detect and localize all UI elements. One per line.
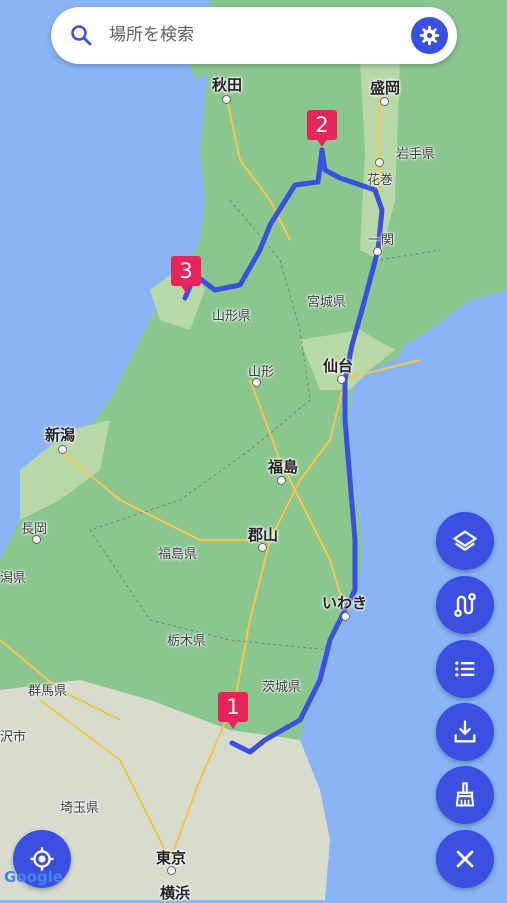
city-dot: [337, 375, 346, 384]
layers-button[interactable]: [436, 512, 494, 570]
marker-number: 3: [179, 259, 193, 283]
close-button[interactable]: [436, 830, 494, 888]
city-label-niigata: 新潟: [45, 426, 76, 444]
route-icon: [454, 592, 476, 618]
layers-icon: [453, 530, 477, 551]
city-dot: [277, 476, 286, 485]
search-bar[interactable]: 場所を検索: [51, 7, 457, 64]
city-dot: [375, 158, 384, 167]
city-dot: [58, 445, 67, 454]
city-label-koriyama: 郡山: [248, 526, 279, 544]
route-marker-1[interactable]: 1: [218, 692, 248, 730]
city-label-ichinoseki: 一関: [368, 233, 395, 248]
search-placeholder[interactable]: 場所を検索: [109, 24, 194, 46]
city-dot: [380, 97, 389, 106]
settings-button[interactable]: [411, 17, 448, 54]
city-dot: [167, 866, 176, 875]
pref-label-niigata-partial: 潟県: [0, 571, 27, 586]
pref-label-yamagata: 山形県: [212, 309, 252, 324]
close-icon: [456, 850, 474, 868]
marker-number: 1: [226, 695, 240, 719]
route-marker-2[interactable]: 2: [307, 110, 337, 148]
pref-label-gunma: 群馬県: [28, 684, 68, 699]
pref-label-tochigi: 栃木県: [167, 634, 207, 649]
city-dot: [258, 543, 267, 552]
download-button[interactable]: [436, 703, 494, 761]
pref-label-miyagi: 宮城県: [307, 295, 347, 310]
city-dot: [373, 247, 382, 256]
city-label-yamagata: 山形: [248, 365, 275, 380]
city-label-nagaoka: 長岡: [21, 522, 48, 537]
broom-icon: [455, 782, 475, 807]
gear-icon: [419, 25, 440, 46]
city-label-akita: 秋田: [212, 76, 243, 94]
city-label-morioka: 盛岡: [370, 79, 401, 97]
label-partial-left: 沢市: [0, 730, 27, 745]
google-attribution: Google: [4, 868, 63, 886]
city-label-tokyo: 東京: [156, 849, 187, 867]
search-icon[interactable]: [69, 23, 93, 47]
city-label-hanamaki: 花巻: [367, 173, 394, 188]
route-button[interactable]: [436, 576, 494, 634]
pref-label-iwate: 岩手県: [396, 147, 436, 162]
pref-label-saitama: 埼玉県: [60, 801, 100, 816]
pref-label-ibaraki: 茨城県: [262, 680, 302, 695]
city-label-iwaki: いわき: [322, 594, 368, 612]
route-marker-3[interactable]: 3: [171, 256, 201, 294]
list-button[interactable]: [436, 640, 494, 698]
download-icon: [454, 720, 476, 743]
map-canvas[interactable]: [0, 0, 507, 900]
city-dot: [341, 612, 350, 621]
marker-number: 2: [315, 113, 329, 137]
city-dot: [32, 535, 41, 544]
city-label-fukushima: 福島: [268, 458, 299, 476]
pref-label-fukushima: 福島県: [158, 547, 198, 562]
city-dot: [252, 378, 261, 387]
clear-button[interactable]: [436, 766, 494, 824]
city-label-sendai: 仙台: [323, 357, 354, 375]
list-icon: [455, 661, 475, 677]
city-dot: [222, 95, 231, 104]
